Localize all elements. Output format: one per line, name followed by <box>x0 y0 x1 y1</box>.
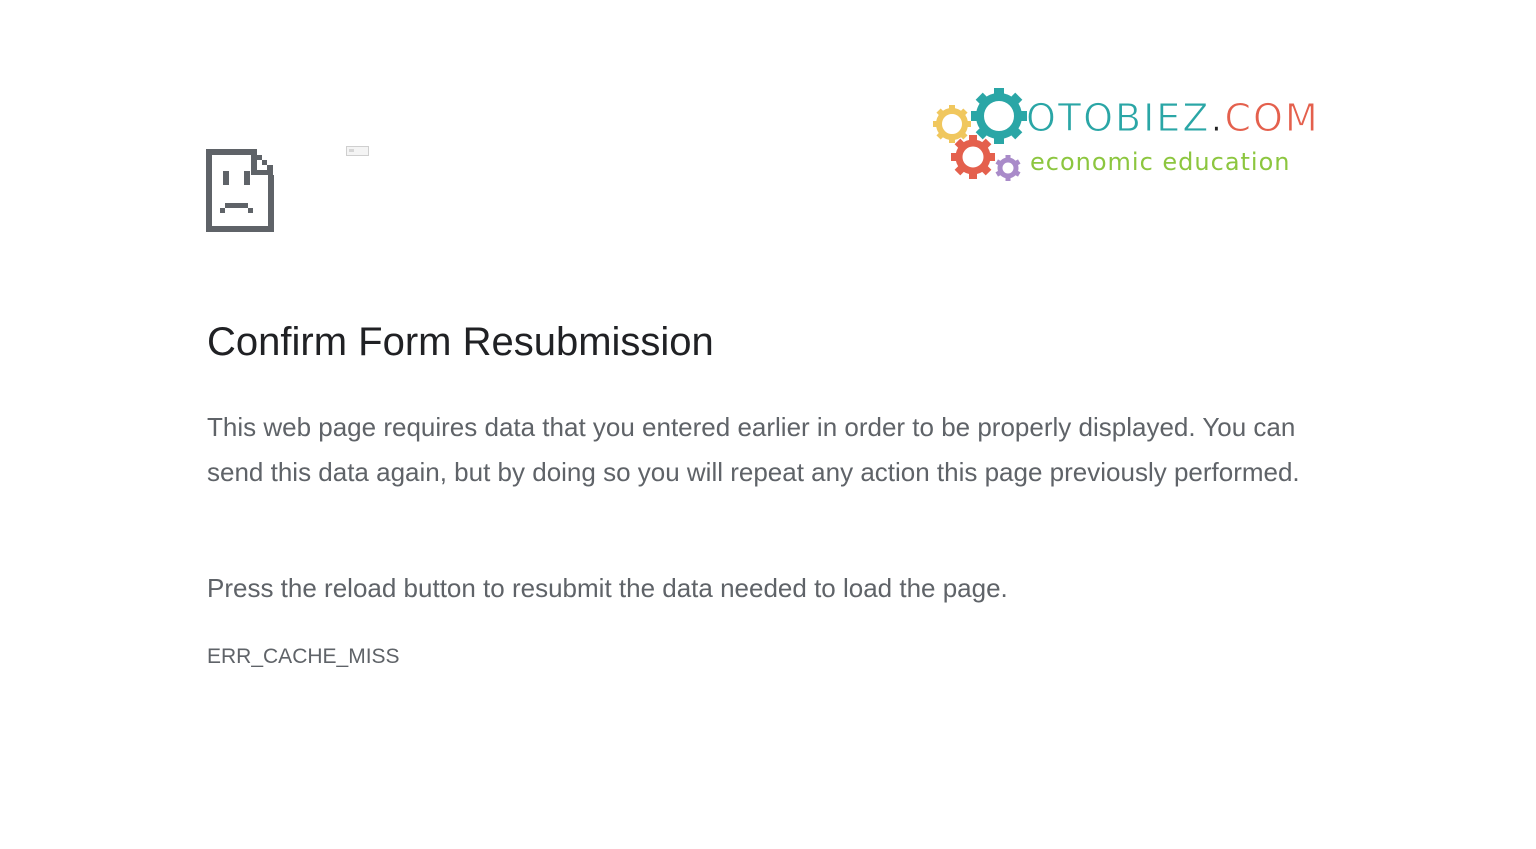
brand-logo-text: OTOBIEZ.COM <box>1025 96 1320 141</box>
broken-image-icon <box>346 146 369 156</box>
brand-tld: COM <box>1224 96 1320 141</box>
coral-gear-icon <box>951 135 995 179</box>
yellow-gear-icon <box>933 105 971 143</box>
sad-document-icon <box>206 149 274 232</box>
brand-name: OTOBIEZ <box>1025 96 1211 141</box>
error-description: This web page requires data that you ent… <box>207 412 1300 487</box>
teal-gear-icon <box>971 88 1027 144</box>
page-title: Confirm Form Resubmission <box>207 320 714 364</box>
brand-dot: . <box>1210 96 1225 141</box>
brand-tagline: economic education <box>1030 148 1291 176</box>
error-code[interactable]: ERR_CACHE_MISS <box>207 645 400 669</box>
reload-instruction: Press the reload button to resubmit the … <box>207 573 1008 603</box>
purple-gear-icon <box>995 155 1021 181</box>
